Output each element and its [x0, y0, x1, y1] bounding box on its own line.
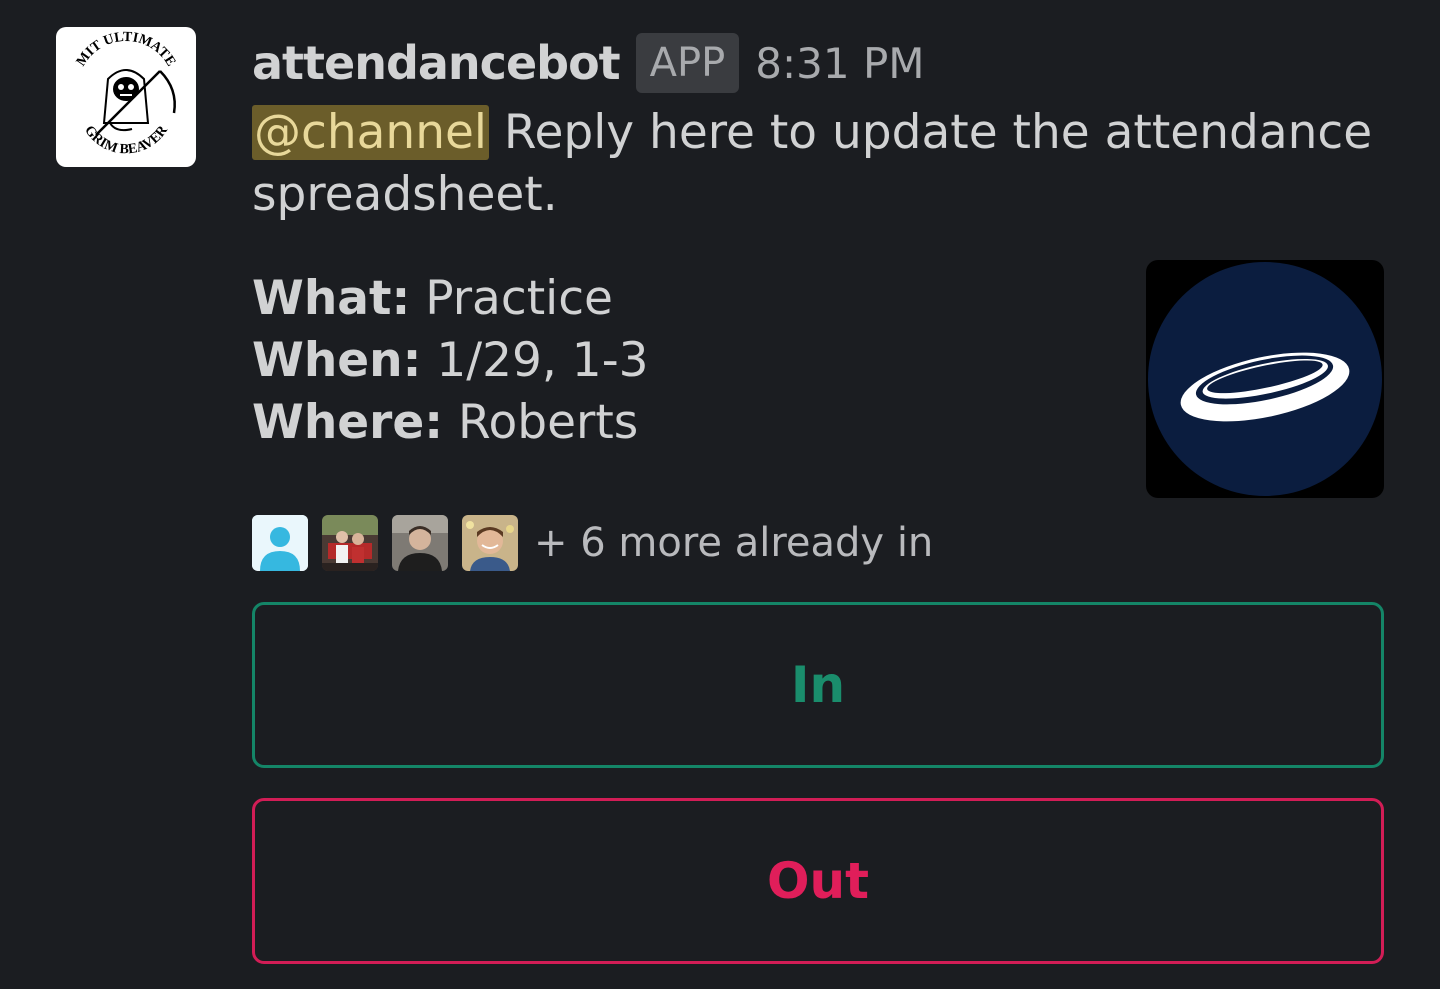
grim-beaver-logo-icon: MIT ULTIMATE GRIM BEAVER	[74, 30, 178, 158]
when-label: When:	[252, 333, 422, 388]
where-value: Roberts	[443, 395, 639, 450]
message-timestamp[interactable]: 8:31 PM	[755, 39, 924, 88]
default-user-icon	[252, 515, 308, 571]
bot-avatar[interactable]: MIT ULTIMATE GRIM BEAVER	[56, 27, 196, 167]
user-photo-icon	[392, 515, 448, 571]
when-value: 1/29, 1-3	[421, 333, 649, 388]
attendee-avatar[interactable]	[322, 515, 378, 571]
message-text: @channel Reply here to update the attend…	[252, 102, 1384, 226]
what-label: What:	[252, 271, 411, 326]
attendee-avatar[interactable]	[252, 515, 308, 571]
out-button[interactable]: Out	[252, 798, 1384, 964]
frisbee-icon	[1148, 262, 1382, 496]
message-view: MIT ULTIMATE GRIM BEAVER attendancebot A…	[0, 0, 1440, 989]
app-badge: APP	[635, 33, 740, 93]
in-button[interactable]: In	[252, 602, 1384, 768]
attendee-avatar[interactable]	[392, 515, 448, 571]
in-button-label: In	[790, 656, 846, 714]
attendee-avatar[interactable]	[462, 515, 518, 571]
channel-mention[interactable]: @channel	[252, 105, 489, 160]
svg-text:GRIM BEAVER: GRIM BEAVER	[81, 122, 171, 157]
svg-text:MIT ULTIMATE: MIT ULTIMATE	[74, 30, 178, 69]
event-thumbnail[interactable]	[1146, 260, 1384, 498]
what-value: Practice	[410, 271, 613, 326]
event-details-section: What: Practice When: 1/29, 1-3 Where: Ro…	[252, 260, 1384, 498]
bot-name[interactable]: attendancebot	[252, 36, 621, 90]
message-content: attendancebot APP 8:31 PM @channel Reply…	[252, 28, 1384, 964]
user-photo-icon	[462, 515, 518, 571]
where-label: Where:	[252, 395, 444, 450]
user-photo-icon	[322, 515, 378, 571]
out-button-label: Out	[766, 852, 869, 910]
message-header: attendancebot APP 8:31 PM	[252, 28, 1384, 98]
more-attendees-text[interactable]: + 6 more already in	[534, 520, 933, 566]
attendees-row: + 6 more already in	[252, 514, 1384, 572]
